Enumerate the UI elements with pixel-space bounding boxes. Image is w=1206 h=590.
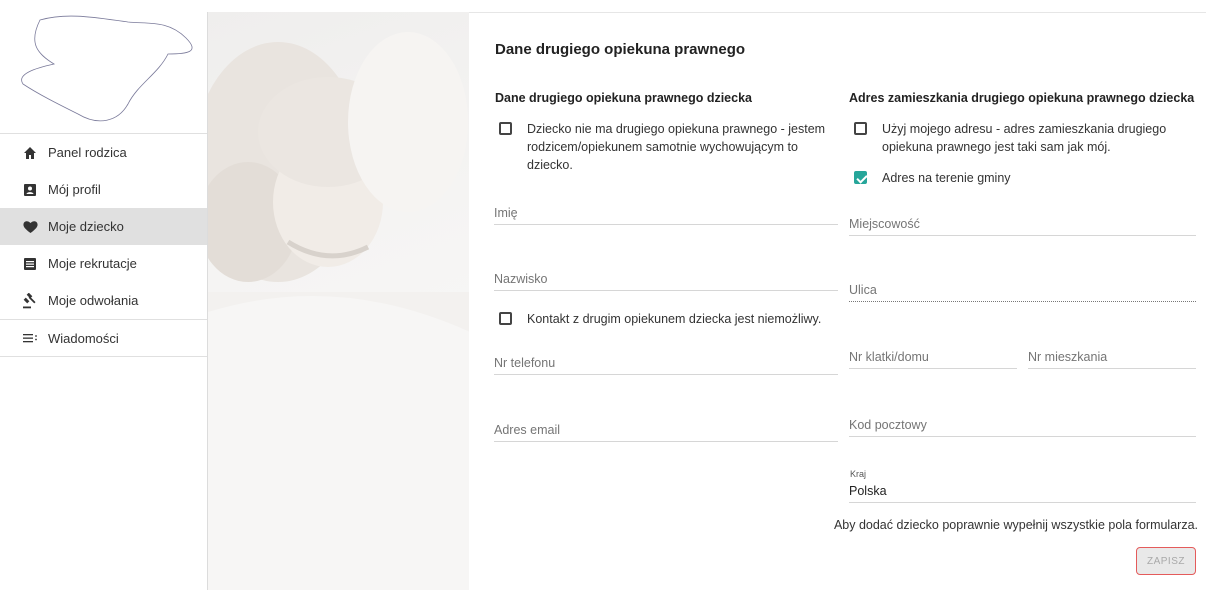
first-name-field[interactable] bbox=[494, 203, 838, 225]
no-second-guardian-label: Dziecko nie ma drugiego opiekuna prawneg… bbox=[527, 122, 826, 172]
sidebar-item-moj-profil[interactable]: Mój profil bbox=[0, 171, 207, 208]
contact-impossible-row: Kontakt z drugim opiekunem dziecka jest … bbox=[499, 310, 839, 328]
first-name-input[interactable] bbox=[494, 203, 838, 223]
logo-placeholder bbox=[21, 15, 193, 122]
postal-code-input[interactable] bbox=[849, 415, 1196, 435]
profile-card-icon bbox=[22, 182, 38, 198]
apartment-number-field[interactable] bbox=[1028, 347, 1196, 369]
home-icon bbox=[22, 145, 38, 161]
sidebar-item-label: Panel rodzica bbox=[48, 145, 127, 160]
use-my-address-row: Użyj mojego adresu - adres zamieszkania … bbox=[854, 120, 1194, 156]
sidebar-item-label: Moje rekrutacje bbox=[48, 256, 137, 271]
apartment-number-input[interactable] bbox=[1028, 347, 1196, 367]
phone-field[interactable] bbox=[494, 353, 838, 375]
no-second-guardian-row: Dziecko nie ma drugiego opiekuna prawneg… bbox=[499, 120, 829, 174]
city-field[interactable] bbox=[849, 214, 1196, 236]
in-municipality-label: Adres na terenie gminy bbox=[882, 171, 1011, 185]
country-label: Kraj bbox=[850, 469, 867, 479]
sidebar-item-panel-rodzica[interactable]: Panel rodzica bbox=[0, 134, 207, 171]
sidebar-item-moje-odwolania[interactable]: Moje odwołania bbox=[0, 282, 207, 319]
in-municipality-row: Adres na terenie gminy bbox=[854, 169, 1194, 187]
sidebar: Panel rodzica Mój profil Moje dziecko Mo… bbox=[0, 0, 207, 590]
gavel-icon bbox=[22, 292, 38, 309]
sidebar-item-moje-rekrutacje[interactable]: Moje rekrutacje bbox=[0, 245, 207, 282]
messages-icon bbox=[22, 330, 38, 346]
sidebar-item-label: Wiadomości bbox=[48, 330, 119, 346]
no-second-guardian-checkbox[interactable] bbox=[499, 122, 512, 135]
sidebar-nav: Panel rodzica Mój profil Moje dziecko Mo… bbox=[0, 133, 207, 357]
in-municipality-checkbox[interactable] bbox=[854, 171, 867, 184]
email-input[interactable] bbox=[494, 420, 838, 440]
street-field[interactable] bbox=[849, 280, 1196, 302]
page-title: Dane drugiego opiekuna prawnego bbox=[495, 41, 746, 58]
country-field[interactable]: Polska bbox=[849, 481, 1196, 503]
building-number-input[interactable] bbox=[849, 347, 1017, 367]
last-name-input[interactable] bbox=[494, 269, 838, 289]
family-photo-illustration bbox=[208, 32, 469, 590]
last-name-field[interactable] bbox=[494, 269, 838, 291]
city-input[interactable] bbox=[849, 214, 1196, 234]
left-section-title: Dane drugiego opiekuna prawnego dziecka bbox=[495, 91, 752, 105]
sidebar-item-label: Moje odwołania bbox=[48, 293, 139, 308]
contact-impossible-label: Kontakt z drugim opiekunem dziecka jest … bbox=[527, 312, 822, 326]
sidebar-item-wiadomosci[interactable]: Wiadomości bbox=[0, 320, 207, 357]
sidebar-item-moje-dziecko[interactable]: Moje dziecko bbox=[0, 208, 207, 245]
street-input[interactable] bbox=[849, 280, 1196, 300]
form-notice: Aby dodać dziecko poprawnie wypełnij wsz… bbox=[833, 518, 1198, 532]
document-list-icon bbox=[22, 256, 38, 272]
heart-icon bbox=[22, 219, 38, 235]
postal-code-field[interactable] bbox=[849, 415, 1196, 437]
country-value: Polska bbox=[849, 484, 887, 498]
family-photo bbox=[207, 12, 469, 590]
use-my-address-label: Użyj mojego adresu - adres zamieszkania … bbox=[882, 122, 1167, 154]
sidebar-item-label: Moje dziecko bbox=[48, 219, 124, 234]
right-section-title: Adres zamieszkania drugiego opiekuna pra… bbox=[849, 91, 1195, 105]
sidebar-item-label: Mój profil bbox=[48, 182, 101, 197]
contact-impossible-checkbox[interactable] bbox=[499, 312, 512, 325]
form-area: Dane drugiego opiekuna prawnego Dane dru… bbox=[469, 13, 1206, 590]
building-number-field[interactable] bbox=[849, 347, 1017, 369]
save-button[interactable]: ZAPISZ bbox=[1136, 547, 1196, 575]
use-my-address-checkbox[interactable] bbox=[854, 122, 867, 135]
phone-input[interactable] bbox=[494, 353, 838, 373]
email-field[interactable] bbox=[494, 420, 838, 442]
